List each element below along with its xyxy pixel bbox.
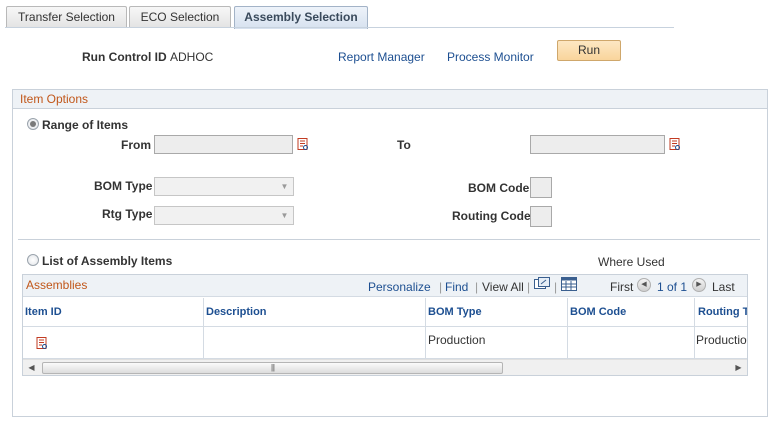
rtg-type-label: Rtg Type [102,207,153,221]
run-control-value: ADHOC [170,50,214,64]
view-all-link[interactable]: View All [482,280,524,294]
from-label: From [121,138,151,152]
routing-code-label: Routing Code [452,209,531,223]
tab-assembly-selection[interactable]: Assembly Selection [234,6,368,29]
scroll-left-icon[interactable]: ◀ [23,360,40,375]
first-label: First [610,280,634,294]
assemblies-grid: Assemblies Personalize | Find | View All… [22,274,748,376]
col-bom-code[interactable]: BOM Code [568,298,693,326]
to-label: To [397,138,411,152]
list-of-assembly-items-radio[interactable] [27,254,39,266]
run-button-label: Run [577,43,600,57]
next-icon[interactable]: ▶ [692,278,706,292]
from-lookup-icon[interactable] [297,138,309,151]
run-control-label: Run Control ID [82,50,167,64]
bom-code-label: BOM Code [468,181,530,195]
column-divider [425,298,426,358]
separator: | [439,280,443,294]
pager-text: 1 of 1 [657,280,688,294]
grid-title: Assemblies [26,278,88,292]
section-divider [18,239,760,240]
personalize-link[interactable]: Personalize [368,280,431,294]
col-bom-type[interactable]: BOM Type [426,298,566,326]
col-item-id[interactable]: Item ID [23,298,203,326]
scrollbar-thumb[interactable]: ||| [42,362,503,374]
tab-divider [5,27,674,28]
tab-transfer-selection[interactable]: Transfer Selection [6,6,127,28]
where-used-label: Where Used [598,255,665,269]
rtg-type-select[interactable]: ▼ [154,206,294,225]
download-grid-icon[interactable] [561,277,577,291]
column-divider [203,298,204,358]
horizontal-scrollbar[interactable]: ◀ ||| ▶ [23,359,747,375]
routing-code-input[interactable] [530,206,552,227]
from-input[interactable] [154,135,293,154]
separator: | [475,280,479,294]
to-lookup-icon[interactable] [669,138,681,151]
last-label: Last [712,280,735,294]
list-of-assembly-items-label: List of Assembly Items [42,254,173,268]
run-button[interactable]: Run [557,40,621,61]
previous-icon[interactable]: ◀ [637,278,651,292]
bom-code-input[interactable] [530,177,552,198]
bom-type-label: BOM Type [94,179,153,193]
chevron-down-icon: ▼ [280,211,289,220]
col-description[interactable]: Description [204,298,424,326]
bom-type-select[interactable]: ▼ [154,177,294,196]
item-lookup-icon[interactable] [36,337,48,350]
separator: | [554,280,558,294]
tab-label: Transfer Selection [18,10,115,24]
grid-header-bar: Assemblies Personalize | Find | View All… [23,275,747,297]
tab-label: ECO Selection [140,10,220,24]
item-options-title: Item Options [20,92,89,106]
column-divider [694,298,695,358]
to-input[interactable] [530,135,665,154]
row-divider [23,326,747,327]
find-link[interactable]: Find [445,280,468,294]
cell-routing-type: Productio [696,333,747,347]
chevron-down-icon: ▼ [280,182,289,191]
process-monitor-link[interactable]: Process Monitor [447,50,534,64]
zoom-icon[interactable] [534,277,550,291]
range-of-items-label: Range of Items [42,118,129,132]
tab-eco-selection[interactable]: ECO Selection [129,6,231,28]
column-divider [567,298,568,358]
range-of-items-radio[interactable] [27,118,39,130]
col-routing-type[interactable]: Routing T [696,298,747,326]
report-manager-link[interactable]: Report Manager [338,50,425,64]
scroll-right-icon[interactable]: ▶ [730,360,747,375]
separator: | [527,280,531,294]
tab-label: Assembly Selection [244,10,358,24]
item-options-header: Item Options [13,90,767,109]
cell-bom-type: Production [428,333,486,347]
